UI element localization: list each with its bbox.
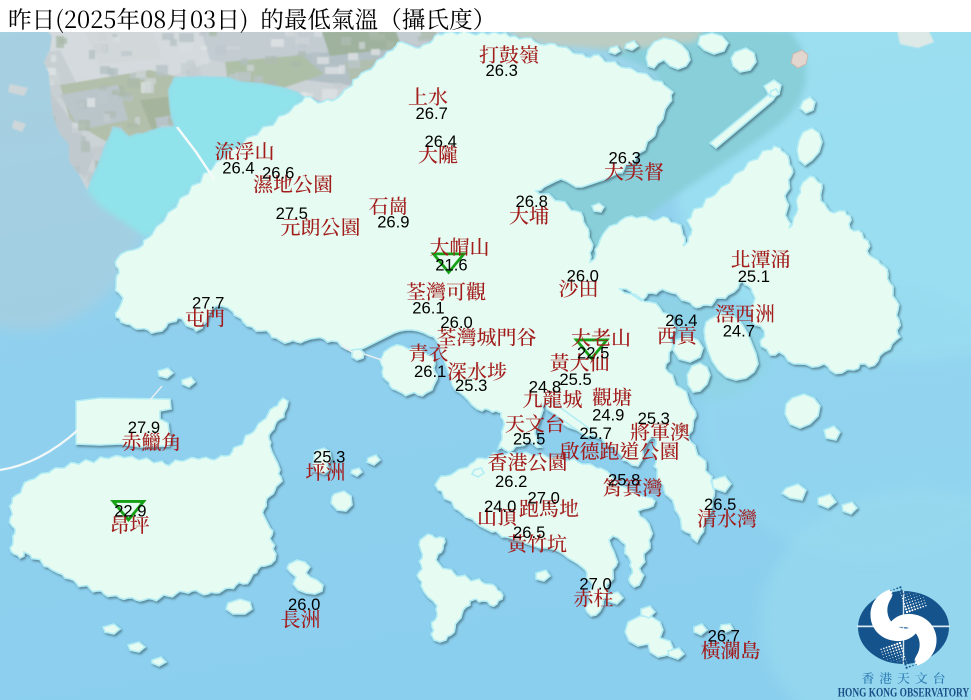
svg-text:26.3: 26.3 [486,61,518,80]
svg-text:26.6: 26.6 [262,164,294,183]
svg-text:25.8: 25.8 [608,471,640,490]
svg-text:27.7: 27.7 [192,294,224,313]
svg-text:26.0: 26.0 [440,313,472,332]
svg-text:HONG KONG OBSERVATORY: HONG KONG OBSERVATORY [838,686,969,700]
svg-text:26.7: 26.7 [416,104,448,123]
svg-text:25.5: 25.5 [513,430,545,449]
svg-text:27.9: 27.9 [128,418,160,437]
svg-text:22.9: 22.9 [114,502,146,521]
svg-text:22.5: 22.5 [577,344,609,363]
svg-text:26.5: 26.5 [513,523,545,542]
svg-text:21.6: 21.6 [435,256,467,275]
svg-text:27.0: 27.0 [528,489,560,508]
svg-text:24.7: 24.7 [723,322,755,341]
svg-text:26.4: 26.4 [665,311,697,330]
svg-text:26.8: 26.8 [516,192,548,211]
svg-text:26.4: 26.4 [222,158,254,177]
svg-text:26.4: 26.4 [425,132,457,151]
svg-text:27.0: 27.0 [579,575,611,594]
svg-text:25.5: 25.5 [559,370,591,389]
svg-text:26.0: 26.0 [567,266,599,285]
svg-text:26.7: 26.7 [708,626,740,645]
svg-text:25.3: 25.3 [455,376,487,395]
svg-text:25.1: 25.1 [738,267,770,286]
svg-text:24.0: 24.0 [484,497,516,516]
svg-text:25.3: 25.3 [313,448,345,467]
svg-text:26.3: 26.3 [609,149,641,168]
svg-text:25.7: 25.7 [580,424,612,443]
svg-text:25.3: 25.3 [638,409,670,428]
svg-text:26.1: 26.1 [414,362,446,381]
svg-text:27.5: 27.5 [276,204,308,223]
svg-text:24.8: 24.8 [529,378,561,397]
svg-text:26.0: 26.0 [288,595,320,614]
svg-text:26.9: 26.9 [377,213,409,232]
svg-text:26.5: 26.5 [704,495,736,514]
svg-text:24.9: 24.9 [592,405,624,424]
svg-text:26.2: 26.2 [495,472,527,491]
